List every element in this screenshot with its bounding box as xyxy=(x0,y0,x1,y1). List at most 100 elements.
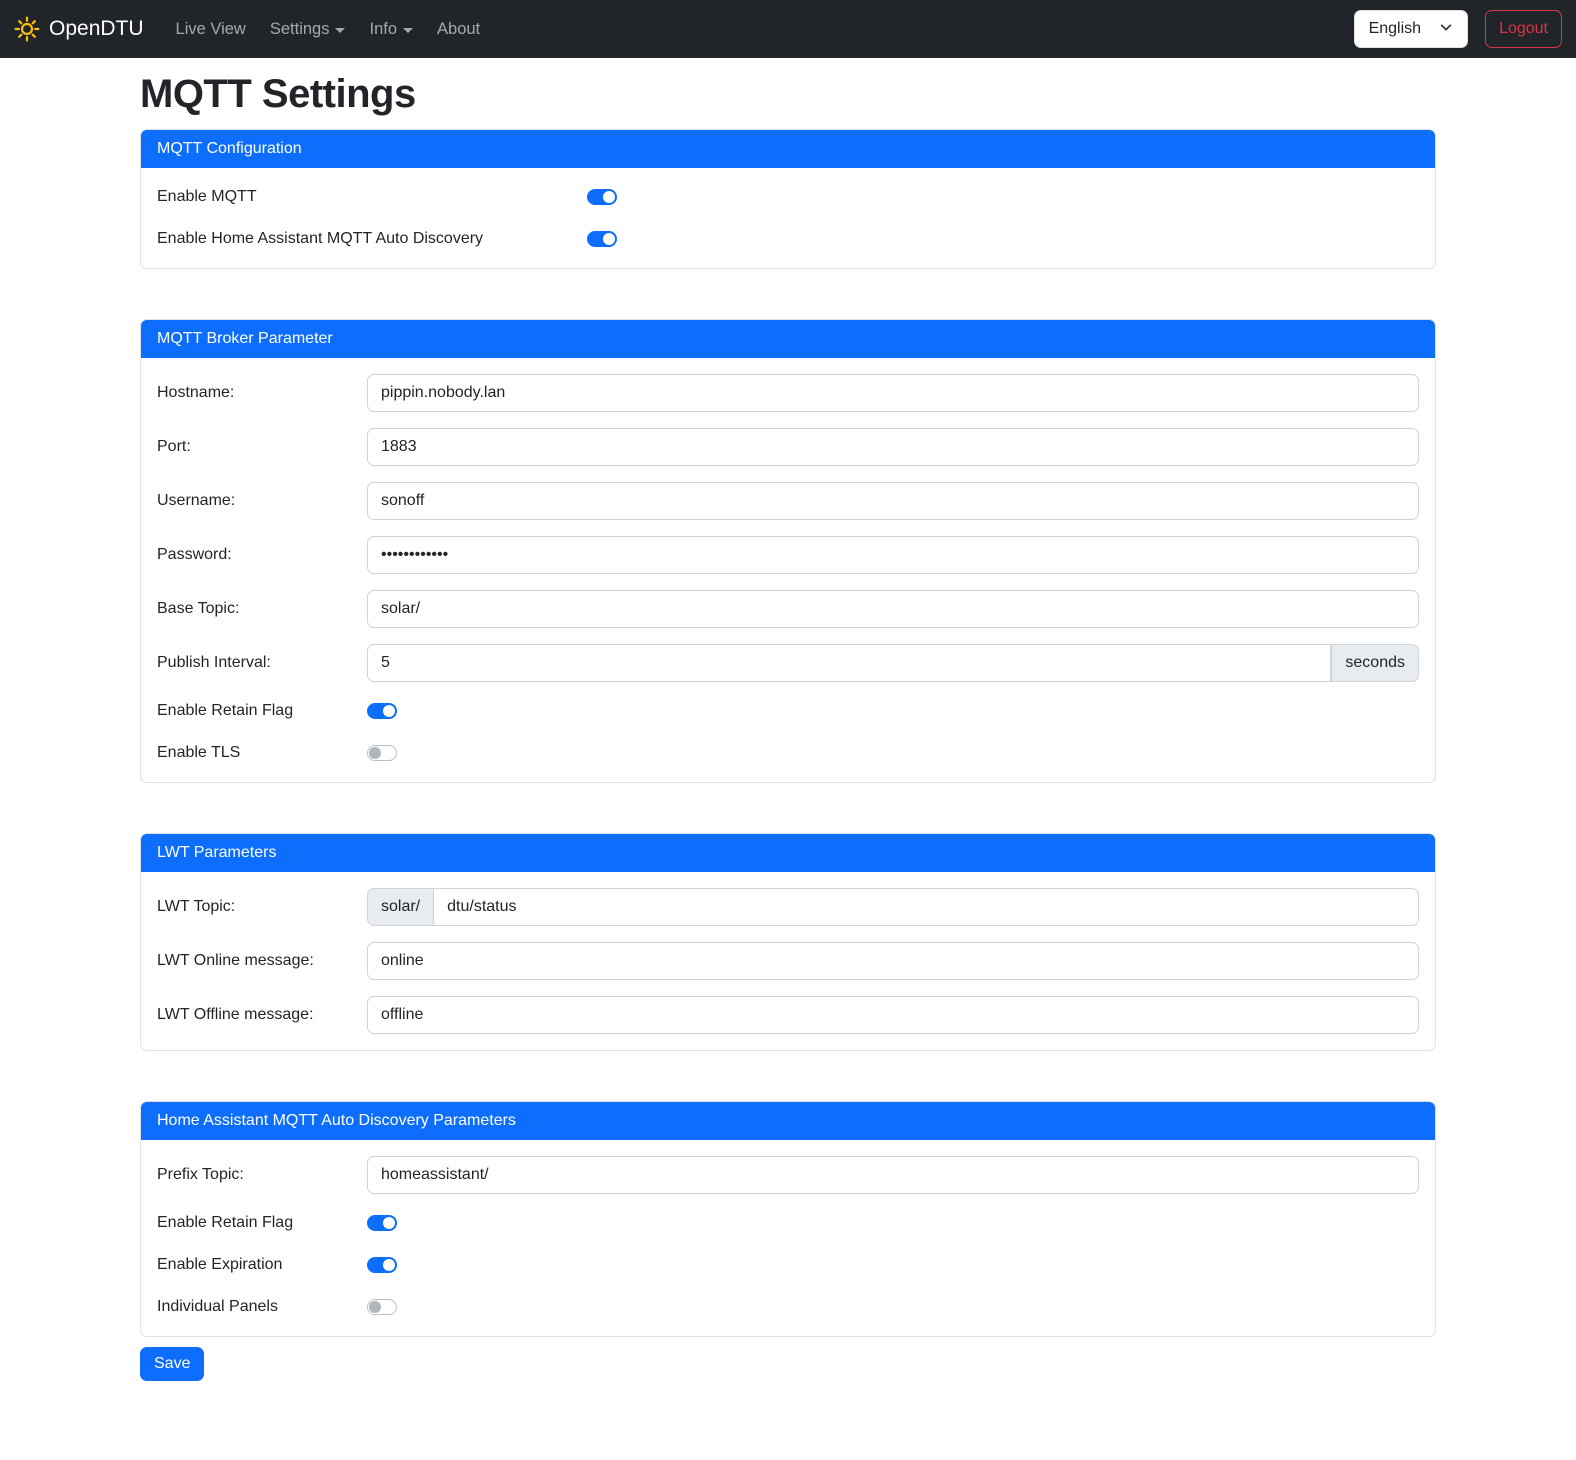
enable-retain-flag-toggle[interactable] xyxy=(367,703,397,719)
sun-icon xyxy=(14,16,40,42)
field-col xyxy=(367,745,1419,761)
nav-menu: Live View Settings Info About xyxy=(168,12,497,47)
password-label: Password: xyxy=(157,546,367,564)
row-hass-expiration: Enable Expiration xyxy=(157,1252,1419,1278)
individual-panels-label: Individual Panels xyxy=(157,1298,367,1316)
navbar-brand[interactable]: OpenDTU xyxy=(14,16,144,42)
publish-interval-input[interactable] xyxy=(367,644,1331,682)
hostname-label: Hostname: xyxy=(157,384,367,402)
field-col xyxy=(367,942,1419,980)
card-header-mqtt-configuration: MQTT Configuration xyxy=(141,130,1435,168)
nav-item-about[interactable]: About xyxy=(429,12,488,47)
lwt-topic-prefix-addon: solar/ xyxy=(367,888,434,926)
enable-mqtt-label: Enable MQTT xyxy=(157,188,587,206)
field-col xyxy=(587,189,1419,205)
field-col xyxy=(367,374,1419,412)
row-hass-retain-flag: Enable Retain Flag xyxy=(157,1210,1419,1236)
field-col xyxy=(367,1156,1419,1194)
username-label: Username: xyxy=(157,492,367,510)
enable-retain-flag-label: Enable Retain Flag xyxy=(157,702,367,720)
caret-down-icon xyxy=(403,28,413,33)
lwt-online-input[interactable] xyxy=(367,942,1419,980)
row-lwt-topic: LWT Topic: solar/ xyxy=(157,888,1419,926)
field-col xyxy=(367,1215,1419,1231)
lwt-online-label: LWT Online message: xyxy=(157,952,367,970)
nav-item-settings[interactable]: Settings xyxy=(262,12,354,47)
row-lwt-offline: LWT Offline message: xyxy=(157,996,1419,1034)
lwt-topic-group: solar/ xyxy=(367,888,1419,926)
prefix-topic-label: Prefix Topic: xyxy=(157,1166,367,1184)
port-input[interactable] xyxy=(367,428,1419,466)
field-col xyxy=(367,703,1419,719)
port-label: Port: xyxy=(157,438,367,456)
card-mqtt-configuration: MQTT Configuration Enable MQTT Enable Ho… xyxy=(140,129,1436,269)
field-col xyxy=(367,1257,1419,1273)
field-col xyxy=(367,1299,1419,1315)
card-mqtt-broker: MQTT Broker Parameter Hostname: Port: Us… xyxy=(140,319,1436,783)
row-enable-tls: Enable TLS xyxy=(157,740,1419,766)
row-username: Username: xyxy=(157,482,1419,520)
enable-hass-discovery-label: Enable Home Assistant MQTT Auto Discover… xyxy=(157,230,587,248)
hass-retain-flag-toggle[interactable] xyxy=(367,1215,397,1231)
field-col xyxy=(367,590,1419,628)
row-base-topic: Base Topic: xyxy=(157,590,1419,628)
row-publish-interval: Publish Interval: seconds xyxy=(157,644,1419,682)
card-hass-discovery: Home Assistant MQTT Auto Discovery Param… xyxy=(140,1101,1436,1337)
row-hostname: Hostname: xyxy=(157,374,1419,412)
card-body: Prefix Topic: Enable Retain Flag Enable … xyxy=(141,1140,1435,1336)
main-content: MQTT Settings MQTT Configuration Enable … xyxy=(128,72,1448,1405)
card-body: Hostname: Port: Username: Password: xyxy=(141,358,1435,782)
row-lwt-online: LWT Online message: xyxy=(157,942,1419,980)
base-topic-input[interactable] xyxy=(367,590,1419,628)
nav-item-live-view[interactable]: Live View xyxy=(168,12,254,47)
field-col: seconds xyxy=(367,644,1419,682)
username-input[interactable] xyxy=(367,482,1419,520)
chevron-down-icon xyxy=(1439,20,1453,39)
caret-down-icon xyxy=(335,28,345,33)
enable-tls-label: Enable TLS xyxy=(157,744,367,762)
publish-interval-label: Publish Interval: xyxy=(157,654,367,672)
hostname-input[interactable] xyxy=(367,374,1419,412)
card-header-hass-discovery: Home Assistant MQTT Auto Discovery Param… xyxy=(141,1102,1435,1140)
card-body: Enable MQTT Enable Home Assistant MQTT A… xyxy=(141,168,1435,268)
language-select[interactable]: English xyxy=(1354,10,1468,48)
lwt-offline-label: LWT Offline message: xyxy=(157,1006,367,1024)
lwt-topic-input[interactable] xyxy=(433,888,1419,926)
nav-item-label: About xyxy=(437,20,480,39)
row-enable-mqtt: Enable MQTT xyxy=(157,184,1419,210)
card-header-mqtt-broker: MQTT Broker Parameter xyxy=(141,320,1435,358)
field-col: solar/ xyxy=(367,888,1419,926)
hass-expiration-label: Enable Expiration xyxy=(157,1256,367,1274)
prefix-topic-input[interactable] xyxy=(367,1156,1419,1194)
row-password: Password: xyxy=(157,536,1419,574)
page-title: MQTT Settings xyxy=(140,72,1436,117)
enable-mqtt-toggle[interactable] xyxy=(587,189,617,205)
brand-label: OpenDTU xyxy=(49,17,144,41)
nav-item-label: Live View xyxy=(176,20,246,39)
publish-interval-group: seconds xyxy=(367,644,1419,682)
individual-panels-toggle[interactable] xyxy=(367,1299,397,1315)
lwt-offline-input[interactable] xyxy=(367,996,1419,1034)
row-enable-retain-flag: Enable Retain Flag xyxy=(157,698,1419,724)
field-col xyxy=(367,536,1419,574)
nav-item-info[interactable]: Info xyxy=(361,12,421,47)
row-port: Port: xyxy=(157,428,1419,466)
nav-item-label: Settings xyxy=(270,20,330,39)
hass-expiration-toggle[interactable] xyxy=(367,1257,397,1273)
navbar-right: English Logout xyxy=(1354,10,1562,48)
password-input[interactable] xyxy=(367,536,1419,574)
card-body: LWT Topic: solar/ LWT Online message: LW… xyxy=(141,872,1435,1050)
hass-retain-flag-label: Enable Retain Flag xyxy=(157,1214,367,1232)
logout-button[interactable]: Logout xyxy=(1485,10,1562,48)
field-col xyxy=(367,996,1419,1034)
field-col xyxy=(367,428,1419,466)
navbar: OpenDTU Live View Settings Info About En… xyxy=(0,0,1576,58)
lwt-topic-label: LWT Topic: xyxy=(157,898,367,916)
enable-tls-toggle[interactable] xyxy=(367,745,397,761)
row-prefix-topic: Prefix Topic: xyxy=(157,1156,1419,1194)
card-lwt-parameters: LWT Parameters LWT Topic: solar/ LWT Onl… xyxy=(140,833,1436,1051)
save-button[interactable]: Save xyxy=(140,1347,204,1381)
row-enable-hass-discovery: Enable Home Assistant MQTT Auto Discover… xyxy=(157,226,1419,252)
enable-hass-discovery-toggle[interactable] xyxy=(587,231,617,247)
row-individual-panels: Individual Panels xyxy=(157,1294,1419,1320)
